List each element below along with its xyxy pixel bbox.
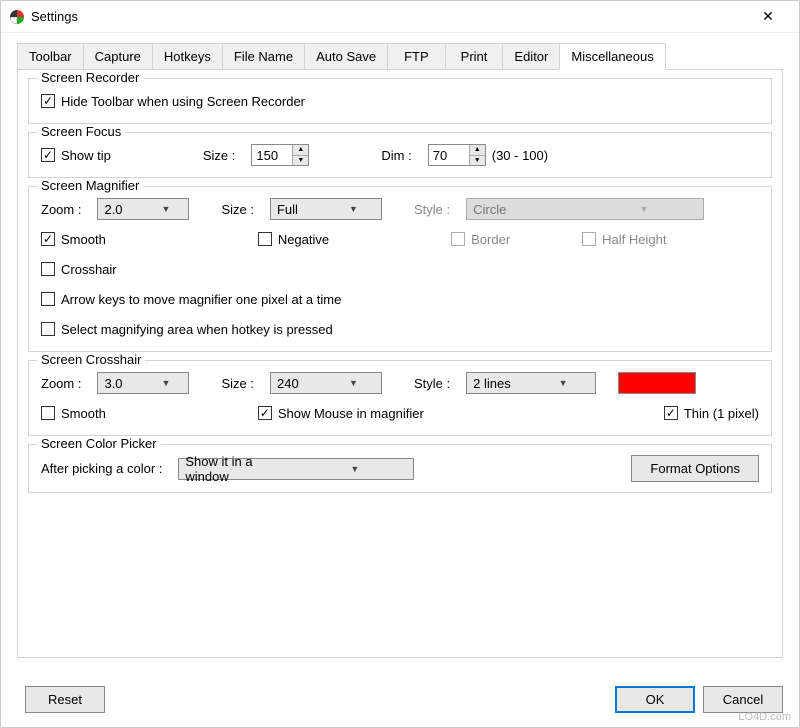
mag-style-label: Style : xyxy=(414,202,450,217)
picker-after-label: After picking a color : xyxy=(41,461,162,476)
cross-smooth-checkbox[interactable] xyxy=(41,406,55,420)
hide-toolbar-checkbox[interactable] xyxy=(41,94,55,108)
tab-capture[interactable]: Capture xyxy=(83,43,153,69)
settings-window: Settings ✕ Toolbar Capture Hotkeys File … xyxy=(0,0,800,728)
chevron-down-icon: ▼ xyxy=(531,378,595,388)
ok-button[interactable]: OK xyxy=(615,686,695,713)
cross-showmouse-label: Show Mouse in magnifier xyxy=(278,406,424,421)
mag-style-combo: Circle▼ xyxy=(466,198,704,220)
chevron-down-icon: ▼ xyxy=(143,204,188,214)
focus-dim-range: (30 - 100) xyxy=(492,148,548,163)
mag-selectarea-label: Select magnifying area when hotkey is pr… xyxy=(61,322,333,337)
cross-style-label: Style : xyxy=(414,376,450,391)
mag-zoom-combo[interactable]: 2.0▼ xyxy=(97,198,189,220)
chevron-up-icon[interactable]: ▲ xyxy=(470,145,485,156)
cross-zoom-combo[interactable]: 3.0▼ xyxy=(97,372,189,394)
tab-miscellaneous[interactable]: Miscellaneous xyxy=(559,43,665,70)
group-title: Screen Recorder xyxy=(37,70,143,85)
focus-size-input[interactable] xyxy=(252,145,292,165)
hide-toolbar-label: Hide Toolbar when using Screen Recorder xyxy=(61,94,305,109)
chevron-down-icon[interactable]: ▼ xyxy=(470,156,485,166)
tab-panel-miscellaneous: Screen Recorder Hide Toolbar when using … xyxy=(17,70,783,658)
group-title: Screen Focus xyxy=(37,124,125,139)
tab-bar: Toolbar Capture Hotkeys File Name Auto S… xyxy=(17,43,783,70)
cross-color-swatch[interactable] xyxy=(618,372,696,394)
chevron-down-icon: ▼ xyxy=(326,204,381,214)
spin-buttons[interactable]: ▲▼ xyxy=(292,145,308,165)
format-options-button[interactable]: Format Options xyxy=(631,455,759,482)
group-screen-magnifier: Screen Magnifier Zoom : 2.0▼ Size : Full… xyxy=(28,186,772,352)
close-icon: ✕ xyxy=(762,8,774,25)
mag-crosshair-checkbox[interactable] xyxy=(41,262,55,276)
group-title: Screen Color Picker xyxy=(37,436,161,451)
chevron-down-icon: ▼ xyxy=(296,464,413,474)
mag-border-checkbox xyxy=(451,232,465,246)
tab-editor[interactable]: Editor xyxy=(502,43,560,69)
cross-thin-checkbox[interactable] xyxy=(664,406,678,420)
tab-print[interactable]: Print xyxy=(445,43,504,69)
cancel-button[interactable]: Cancel xyxy=(703,686,783,713)
tab-auto-save[interactable]: Auto Save xyxy=(304,43,388,69)
mag-half-height-checkbox xyxy=(582,232,596,246)
mag-negative-checkbox[interactable] xyxy=(258,232,272,246)
tab-file-name[interactable]: File Name xyxy=(222,43,305,69)
app-icon xyxy=(9,9,25,25)
cross-size-label: Size : xyxy=(221,376,254,391)
tab-toolbar[interactable]: Toolbar xyxy=(17,43,84,69)
mag-negative-label: Negative xyxy=(278,232,329,247)
spin-buttons[interactable]: ▲▼ xyxy=(469,145,485,165)
mag-crosshair-label: Crosshair xyxy=(61,262,117,277)
cross-style-combo[interactable]: 2 lines▼ xyxy=(466,372,596,394)
mag-half-height-label: Half Height xyxy=(602,232,666,247)
show-tip-checkbox[interactable] xyxy=(41,148,55,162)
mag-zoom-label: Zoom : xyxy=(41,202,81,217)
mag-border-label: Border xyxy=(471,232,510,247)
reset-button[interactable]: Reset xyxy=(25,686,105,713)
group-screen-recorder: Screen Recorder Hide Toolbar when using … xyxy=(28,78,772,124)
mag-smooth-checkbox[interactable] xyxy=(41,232,55,246)
chevron-down-icon[interactable]: ▼ xyxy=(293,156,308,166)
show-tip-label: Show tip xyxy=(61,148,111,163)
chevron-down-icon: ▼ xyxy=(585,204,703,214)
mag-arrowkeys-checkbox[interactable] xyxy=(41,292,55,306)
group-screen-crosshair: Screen Crosshair Zoom : 3.0▼ Size : 240▼… xyxy=(28,360,772,436)
mag-selectarea-checkbox[interactable] xyxy=(41,322,55,336)
group-title: Screen Crosshair xyxy=(37,352,145,367)
chevron-up-icon[interactable]: ▲ xyxy=(293,145,308,156)
cross-zoom-label: Zoom : xyxy=(41,376,81,391)
cross-smooth-label: Smooth xyxy=(61,406,106,421)
group-screen-focus: Screen Focus Show tip Size : ▲▼ Dim : ▲▼ xyxy=(28,132,772,178)
mag-smooth-label: Smooth xyxy=(61,232,106,247)
chevron-down-icon: ▼ xyxy=(143,378,188,388)
cross-showmouse-checkbox[interactable] xyxy=(258,406,272,420)
focus-dim-label: Dim : xyxy=(381,148,411,163)
group-screen-color-picker: Screen Color Picker After picking a colo… xyxy=(28,444,772,493)
tab-ftp[interactable]: FTP xyxy=(387,43,446,69)
mag-size-combo[interactable]: Full▼ xyxy=(270,198,382,220)
group-title: Screen Magnifier xyxy=(37,178,143,193)
mag-arrowkeys-label: Arrow keys to move magnifier one pixel a… xyxy=(61,292,341,307)
watermark: LO4D.com xyxy=(738,711,791,723)
cross-size-combo[interactable]: 240▼ xyxy=(270,372,382,394)
mag-size-label: Size : xyxy=(221,202,254,217)
focus-dim-stepper[interactable]: ▲▼ xyxy=(428,144,486,166)
content-area: Toolbar Capture Hotkeys File Name Auto S… xyxy=(1,33,799,658)
titlebar: Settings ✕ xyxy=(1,1,799,33)
cross-thin-label: Thin (1 pixel) xyxy=(684,406,759,421)
close-button[interactable]: ✕ xyxy=(745,2,791,32)
window-title: Settings xyxy=(31,9,745,24)
dialog-buttons: Reset OK Cancel xyxy=(17,686,783,713)
focus-size-stepper[interactable]: ▲▼ xyxy=(251,144,309,166)
focus-dim-input[interactable] xyxy=(429,145,469,165)
chevron-down-icon: ▼ xyxy=(326,378,381,388)
picker-after-combo[interactable]: Show it in a window▼ xyxy=(178,458,414,480)
focus-size-label: Size : xyxy=(203,148,236,163)
tab-hotkeys[interactable]: Hotkeys xyxy=(152,43,223,69)
